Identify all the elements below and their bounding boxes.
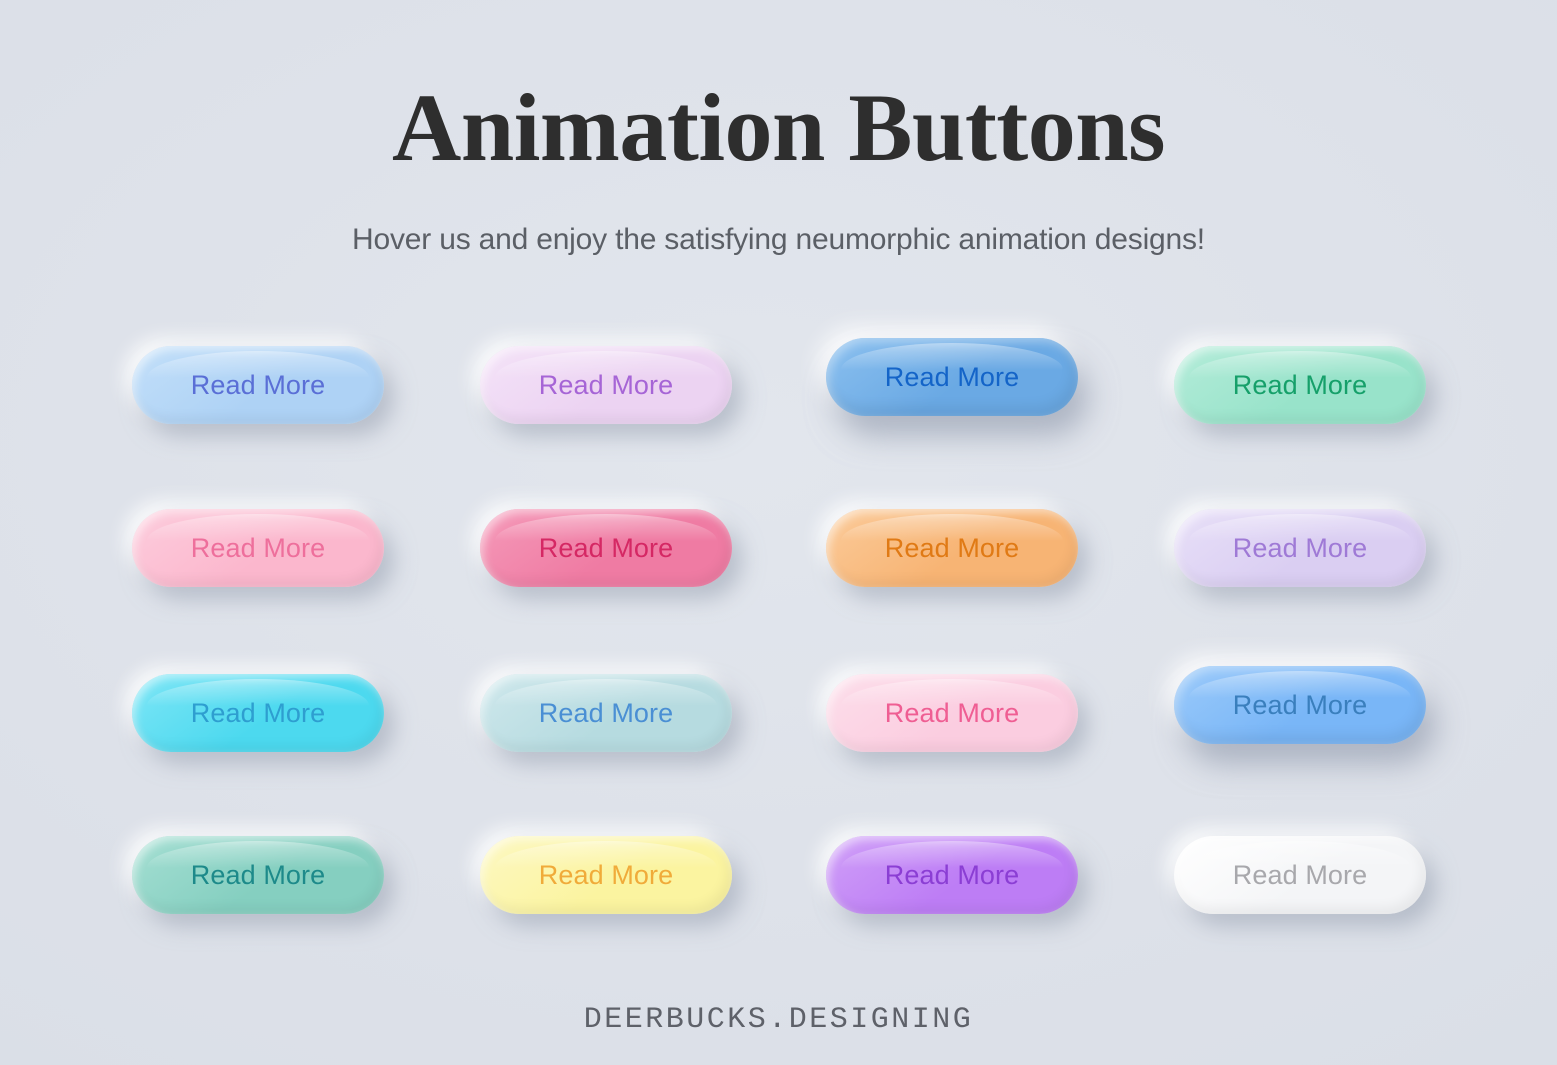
read-more-button[interactable]: Read More [132,836,384,914]
button-slot: Read More [822,330,1082,440]
read-more-button-label: Read More [190,369,326,400]
read-more-button-label: Read More [884,697,1020,728]
button-slot: Read More [128,493,388,603]
read-more-button[interactable]: Read More [1174,666,1426,744]
read-more-button-label: Read More [538,532,674,563]
read-more-button-label: Read More [538,369,674,400]
read-more-button-label: Read More [190,859,326,890]
read-more-button[interactable]: Read More [1174,509,1426,587]
app-page: Animation Buttons Hover us and enjoy the… [0,0,1557,1065]
button-slot: Read More [128,330,388,440]
read-more-button-label: Read More [884,532,1020,563]
button-slot: Read More [128,658,388,768]
read-more-button-label: Read More [538,859,674,890]
button-slot: Read More [1170,493,1430,603]
read-more-button[interactable]: Read More [132,674,384,752]
button-row-2: Read More Read More Read More Read More [0,493,1557,603]
read-more-button[interactable]: Read More [1174,836,1426,914]
read-more-button-label: Read More [1232,532,1368,563]
page-subtitle: Hover us and enjoy the satisfying neumor… [352,223,1205,256]
button-slot: Read More [822,820,1082,930]
read-more-button-label: Read More [538,697,674,728]
read-more-button[interactable]: Read More [480,674,732,752]
button-slot: Read More [476,658,736,768]
button-row-3: Read More Read More Read More Read More [0,658,1557,768]
button-slot: Read More [1170,330,1430,440]
read-more-button-label: Read More [884,859,1020,890]
read-more-button[interactable]: Read More [826,836,1078,914]
read-more-button[interactable]: Read More [132,509,384,587]
button-slot: Read More [128,820,388,930]
read-more-button[interactable]: Read More [480,346,732,424]
footer-brand: DEERBUCKS.DESIGNING [583,1003,974,1037]
read-more-button[interactable]: Read More [480,509,732,587]
read-more-button-label: Read More [1232,369,1368,400]
read-more-button[interactable]: Read More [480,836,732,914]
read-more-button[interactable]: Read More [826,338,1078,416]
read-more-button[interactable]: Read More [826,674,1078,752]
page-title: Animation Buttons [392,74,1166,182]
read-more-button-label: Read More [190,697,326,728]
read-more-button-label: Read More [1232,689,1368,720]
button-grid: Read More Read More Read More Read More Rea… [0,330,1557,950]
button-row-1: Read More Read More Read More Read More [0,330,1557,440]
button-slot: Read More [822,658,1082,768]
button-row-4: Read More Read More Read More Read More [0,820,1557,930]
button-slot: Read More [822,493,1082,603]
button-slot: Read More [1170,658,1430,768]
button-slot: Read More [1170,820,1430,930]
button-slot: Read More [476,493,736,603]
read-more-button[interactable]: Read More [132,346,384,424]
read-more-button[interactable]: Read More [1174,346,1426,424]
read-more-button-label: Read More [190,532,326,563]
read-more-button[interactable]: Read More [826,509,1078,587]
button-slot: Read More [476,330,736,440]
read-more-button-label: Read More [1232,859,1368,890]
read-more-button-label: Read More [884,361,1020,392]
button-slot: Read More [476,820,736,930]
